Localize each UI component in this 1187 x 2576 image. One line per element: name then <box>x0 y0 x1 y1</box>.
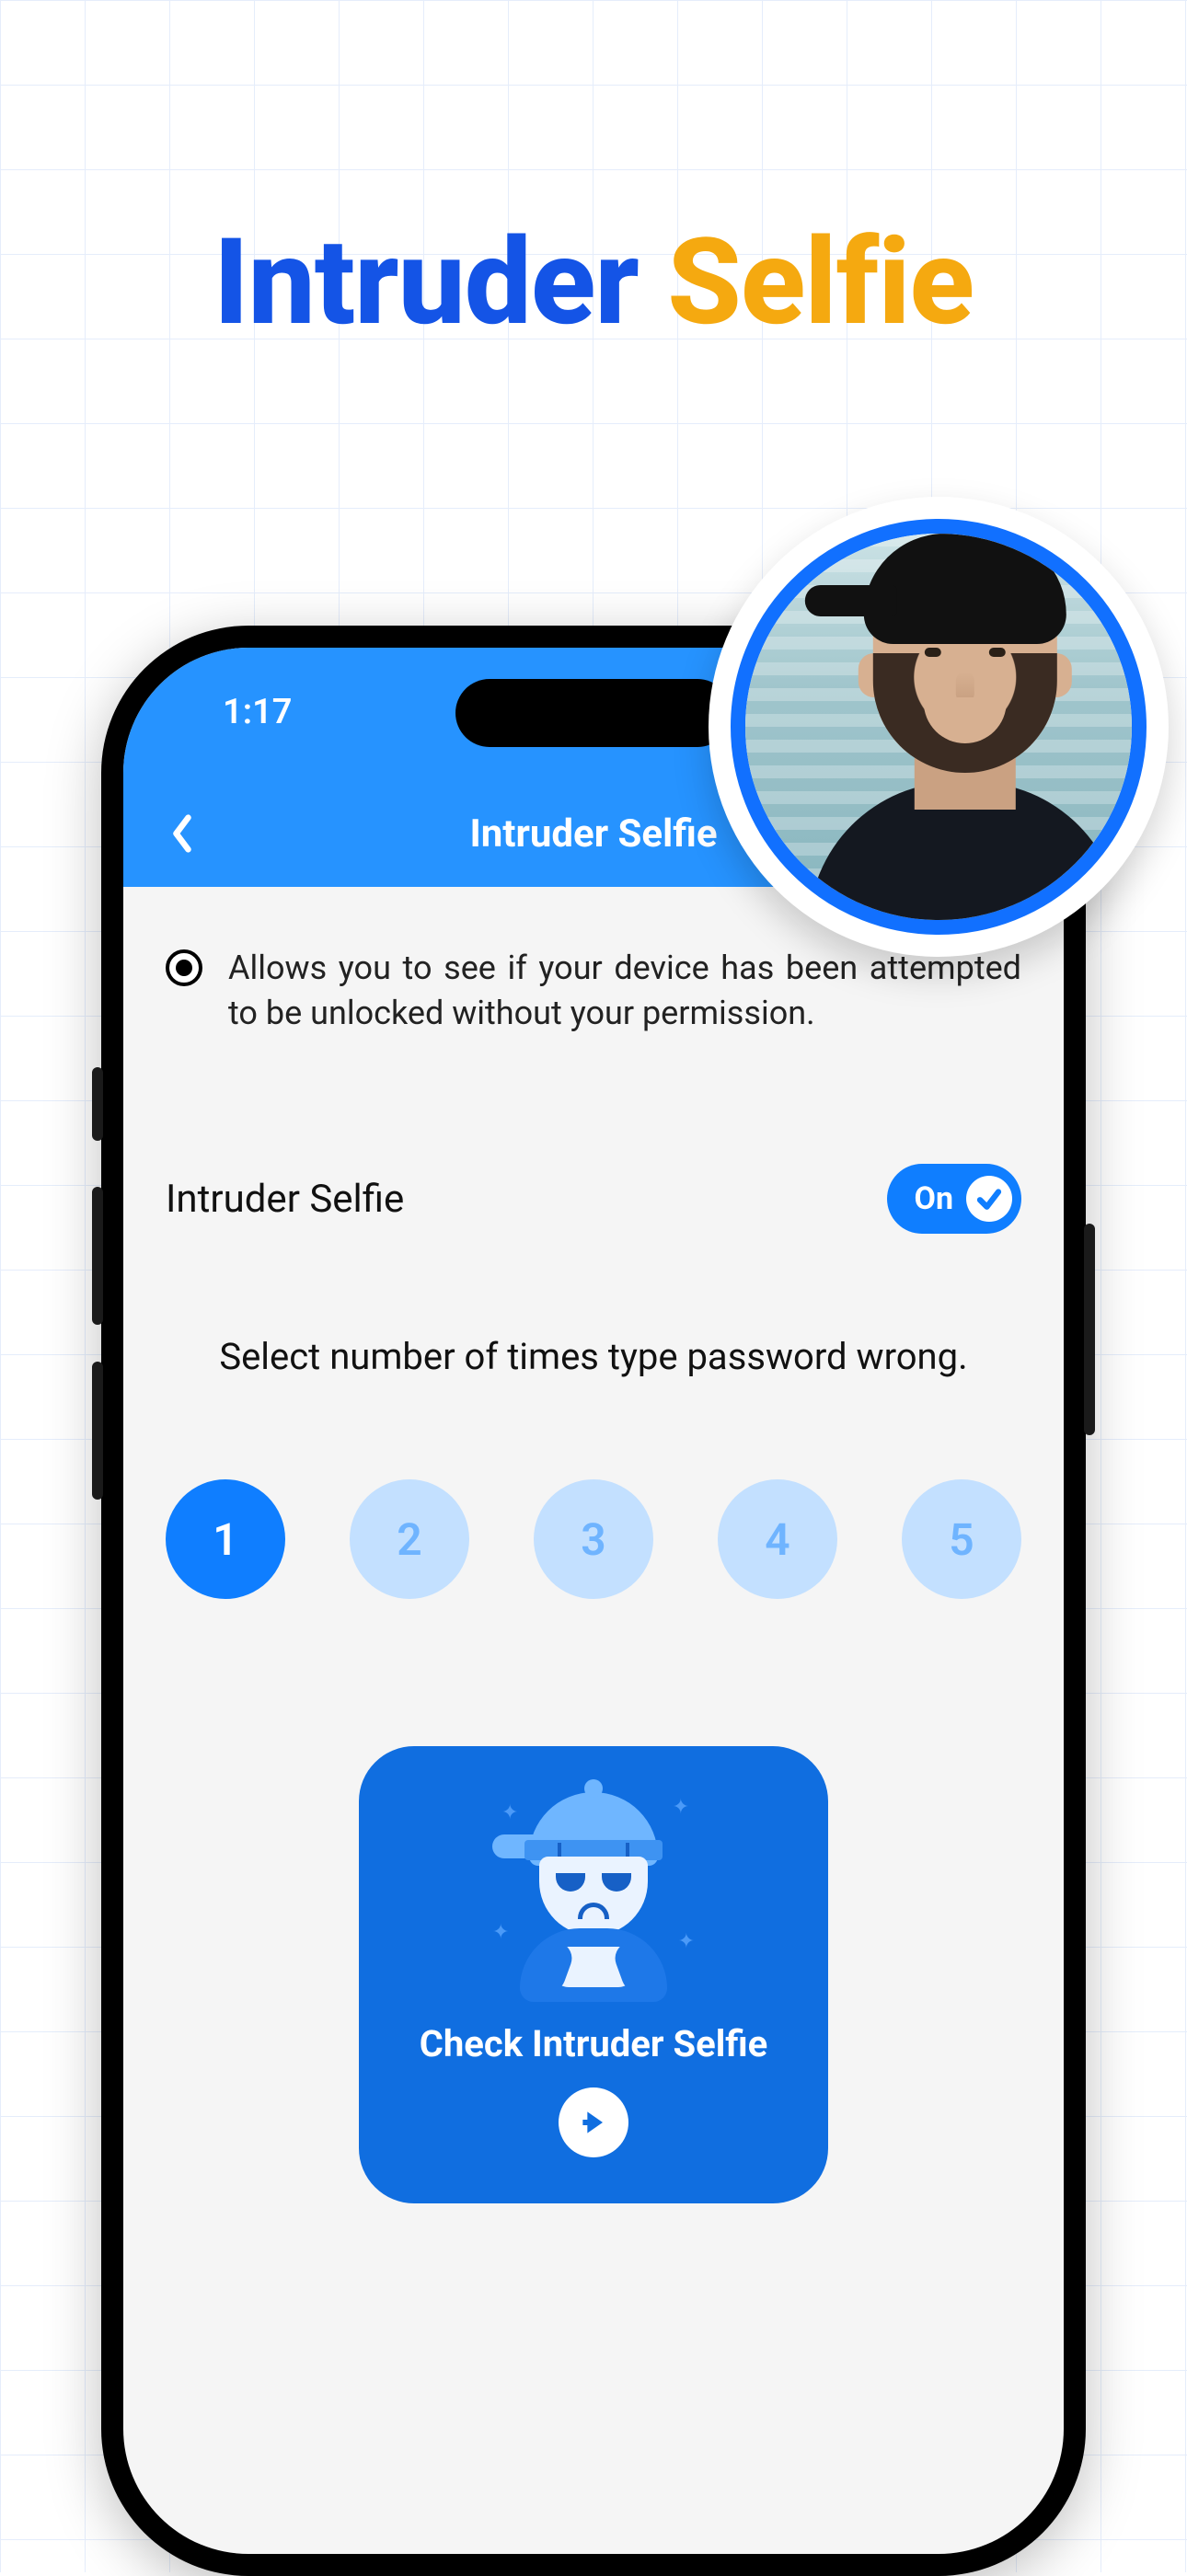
phone-side-button <box>92 1067 103 1141</box>
setting-label: Intruder Selfie <box>166 1177 404 1222</box>
screen-content: Allows you to see if your device has bee… <box>123 887 1064 2203</box>
phone-side-button <box>92 1362 103 1500</box>
intruder-selfie-preview <box>709 497 1169 957</box>
promo-word-2: Selfie <box>667 212 974 352</box>
dynamic-island <box>455 679 732 747</box>
intruder-selfie-toggle[interactable]: On <box>887 1164 1022 1234</box>
nav-title: Intruder Selfie <box>469 811 717 857</box>
attempts-option-4[interactable]: 4 <box>718 1479 837 1599</box>
radio-selected-icon[interactable] <box>166 949 202 986</box>
back-button[interactable] <box>164 815 201 852</box>
feature-description: Allows you to see if your device has bee… <box>228 946 1021 1035</box>
attempts-option-1[interactable]: 1 <box>166 1479 285 1599</box>
attempts-option-5[interactable]: 5 <box>902 1479 1021 1599</box>
attempts-option-2[interactable]: 2 <box>350 1479 469 1599</box>
check-intruder-card[interactable]: ✦✦ ✦✦ Check Intruder Selfie <box>359 1746 828 2203</box>
promo-heading: Intruder Selfie <box>0 212 1187 352</box>
promo-word-1: Intruder <box>213 212 639 352</box>
attempts-option-3[interactable]: 3 <box>534 1479 653 1599</box>
chevron-left-icon <box>170 813 194 854</box>
toggle-state-text: On <box>915 1180 954 1217</box>
status-time: 1:17 <box>223 692 292 732</box>
phone-side-button <box>1084 1224 1095 1435</box>
phone-side-button <box>92 1187 103 1325</box>
toggle-check-icon <box>966 1176 1012 1222</box>
check-intruder-title: Check Intruder Selfie <box>420 2022 768 2065</box>
intruder-selfie-setting-row: Intruder Selfie On <box>160 1164 1027 1234</box>
attempts-instruction: Select number of times type password wro… <box>160 1335 1027 1378</box>
selfie-photo-ring <box>731 519 1147 935</box>
intruder-illustration: ✦✦ ✦✦ <box>492 1792 695 1995</box>
selfie-photo <box>745 534 1132 920</box>
arrow-right-circle-icon <box>559 2087 628 2157</box>
attempts-options: 1 2 3 4 5 <box>160 1479 1027 1599</box>
